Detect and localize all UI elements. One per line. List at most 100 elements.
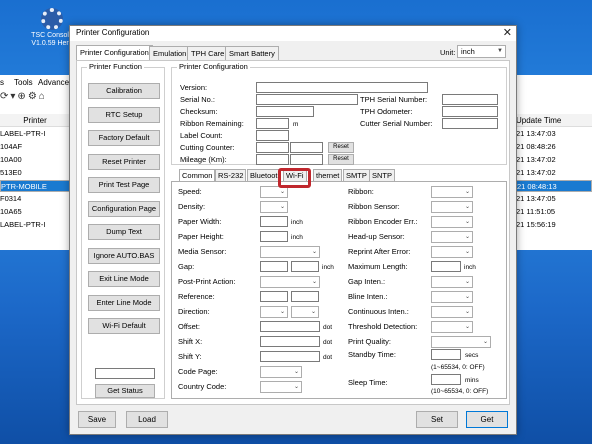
printer-list-item[interactable]: LABEL-PTR-I	[0, 128, 70, 140]
bg-menu-item-tools[interactable]: Tools	[14, 78, 33, 87]
speed-label: Speed:	[178, 187, 202, 196]
code-page-select[interactable]: ⌄	[260, 366, 302, 378]
update-time-cell[interactable]: 21 11:51:05	[512, 206, 592, 218]
dropdown-icon[interactable]: ▾	[10, 91, 15, 102]
max-length-field[interactable]	[431, 261, 461, 272]
calibration-button[interactable]: Calibration	[88, 83, 160, 99]
printer-list-item[interactable]: PTR-MOBILE	[0, 180, 70, 192]
configuration-page-button[interactable]: Configuration Page	[88, 200, 160, 217]
shift-y-field[interactable]	[260, 351, 320, 362]
home-icon[interactable]: ⌂	[39, 91, 45, 102]
update-time-cell[interactable]: 21 13:47:02	[512, 167, 592, 179]
ignore-autobas-button[interactable]: Ignore AUTO.BAS	[88, 247, 160, 264]
get-status-button[interactable]: Get Status	[95, 384, 155, 398]
reset-cutting-button[interactable]: Reset	[328, 142, 354, 153]
subtab-common[interactable]: Common	[179, 169, 216, 181]
network-icon[interactable]: ⊕	[17, 91, 25, 102]
update-time-cell[interactable]: 21 13:47:03	[512, 128, 592, 140]
reset-printer-button[interactable]: Reset Printer	[88, 153, 160, 170]
ribbon-sensor-select[interactable]: ⌄	[431, 201, 473, 213]
ribbon-select[interactable]: ⌄	[431, 186, 473, 198]
paper-width-label: Paper Width:	[178, 217, 222, 226]
tool-icon[interactable]: ⚙	[28, 91, 37, 102]
subtab-bluetooth[interactable]: Bluetoot	[247, 169, 281, 181]
dialog-title: Printer Configuration	[76, 28, 150, 37]
update-time-cell[interactable]: 21 13:47:02	[512, 154, 592, 166]
direction-select-1[interactable]: ⌄	[260, 306, 288, 318]
reference-field-1[interactable]	[260, 291, 288, 302]
gap-field-1[interactable]	[260, 261, 288, 272]
update-time-cell[interactable]: 21 15:56:19	[512, 219, 592, 231]
chevron-down-icon: ⌄	[293, 384, 299, 390]
rtc-setup-button[interactable]: RTC Setup	[88, 106, 160, 123]
subtab-sntp[interactable]: SNTP	[369, 169, 396, 181]
gap-field-2[interactable]	[291, 261, 319, 272]
factory-default-button[interactable]: Factory Default	[88, 130, 160, 146]
tab-printer-configuration[interactable]: Printer Configuration	[76, 45, 153, 60]
density-select[interactable]: ⌄	[260, 201, 288, 213]
subtab-smtp[interactable]: SMTP	[343, 169, 370, 181]
load-button[interactable]: Load	[126, 411, 168, 428]
subtab-rs232[interactable]: RS-232	[215, 169, 247, 181]
unit-label: Unit:	[440, 48, 456, 57]
direction-select-2[interactable]: ⌄	[291, 306, 319, 318]
printer-list-item[interactable]: LABEL-PTR-I	[0, 219, 70, 231]
set-button[interactable]: Set	[416, 411, 458, 428]
post-print-select[interactable]: ⌄	[260, 276, 320, 288]
max-length-unit: inch	[464, 264, 476, 271]
chevron-down-icon: ⌄	[464, 219, 470, 225]
wifi-default-button[interactable]: Wi-Fi Default	[88, 318, 160, 334]
update-time-cell[interactable]: 21 13:47:05	[512, 193, 592, 205]
get-button[interactable]: Get	[466, 411, 508, 428]
reprint-select[interactable]: ⌄	[431, 246, 473, 258]
tph-serial-field	[442, 94, 498, 105]
print-quality-select[interactable]: ⌄	[431, 336, 491, 348]
save-button[interactable]: Save	[78, 411, 116, 428]
printer-column-header[interactable]: Printer	[0, 114, 70, 127]
printer-list-item[interactable]: 10A00	[0, 154, 70, 166]
cutter-serial-label: Cutter Serial Number:	[360, 119, 433, 128]
chevron-down-icon: ⌄	[464, 309, 470, 315]
reference-field-2[interactable]	[291, 291, 319, 302]
ribbon-encoder-select[interactable]: ⌄	[431, 216, 473, 228]
printer-list-item[interactable]: 513E0	[0, 167, 70, 179]
shift-x-field[interactable]	[260, 336, 320, 347]
continuous-inten-select[interactable]: ⌄	[431, 306, 473, 318]
tab-tph-care[interactable]: TPH Care	[187, 46, 229, 60]
printer-configuration-title: Printer Configuration	[177, 62, 250, 71]
headup-sensor-select[interactable]: ⌄	[431, 231, 473, 243]
update-time-cell[interactable]: 21 08:48:26	[512, 141, 592, 153]
exit-line-mode-button[interactable]: Exit Line Mode	[88, 271, 160, 287]
gap-inten-select[interactable]: ⌄	[431, 276, 473, 288]
subtab-ethernet[interactable]: thernet	[313, 169, 343, 181]
dump-text-button[interactable]: Dump Text	[88, 224, 160, 240]
refresh-icon[interactable]: ⟳	[0, 91, 8, 102]
sleep-range-hint: (10~65534, 0: OFF)	[431, 388, 489, 395]
chevron-down-icon: ⌄	[310, 309, 316, 315]
standby-time-field[interactable]	[431, 349, 461, 360]
bg-menu-item[interactable]: s	[0, 78, 4, 87]
max-length-label: Maximum Length:	[348, 262, 408, 271]
sleep-time-field[interactable]	[431, 374, 461, 385]
reset-mileage-button[interactable]: Reset	[328, 154, 354, 165]
paper-height-field[interactable]	[260, 231, 288, 242]
enter-line-mode-button[interactable]: Enter Line Mode	[88, 294, 160, 311]
close-icon[interactable]: ✕	[503, 26, 512, 39]
media-sensor-select[interactable]: ⌄	[260, 246, 320, 258]
printer-list-item[interactable]: 104AF	[0, 141, 70, 153]
unit-select[interactable]: inch ▼	[457, 45, 506, 58]
tab-emulation[interactable]: Emulation	[149, 46, 191, 60]
ribbon-remaining-field	[256, 118, 289, 129]
update-time-column-header[interactable]: Update Time	[512, 114, 592, 127]
printer-list-item[interactable]: 10A65	[0, 206, 70, 218]
update-time-cell[interactable]: 21 08:48:13	[512, 180, 592, 192]
country-code-select[interactable]: ⌄	[260, 381, 302, 393]
print-test-page-button[interactable]: Print Test Page	[88, 177, 160, 193]
printer-list-item[interactable]: F0314	[0, 193, 70, 205]
tab-smart-battery[interactable]: Smart Battery	[225, 46, 279, 60]
paper-width-field[interactable]	[260, 216, 288, 227]
bline-inten-select[interactable]: ⌄	[431, 291, 473, 303]
threshold-select[interactable]: ⌄	[431, 321, 473, 333]
ribbon-sensor-label: Ribbon Sensor:	[348, 202, 400, 211]
offset-field[interactable]	[260, 321, 320, 332]
